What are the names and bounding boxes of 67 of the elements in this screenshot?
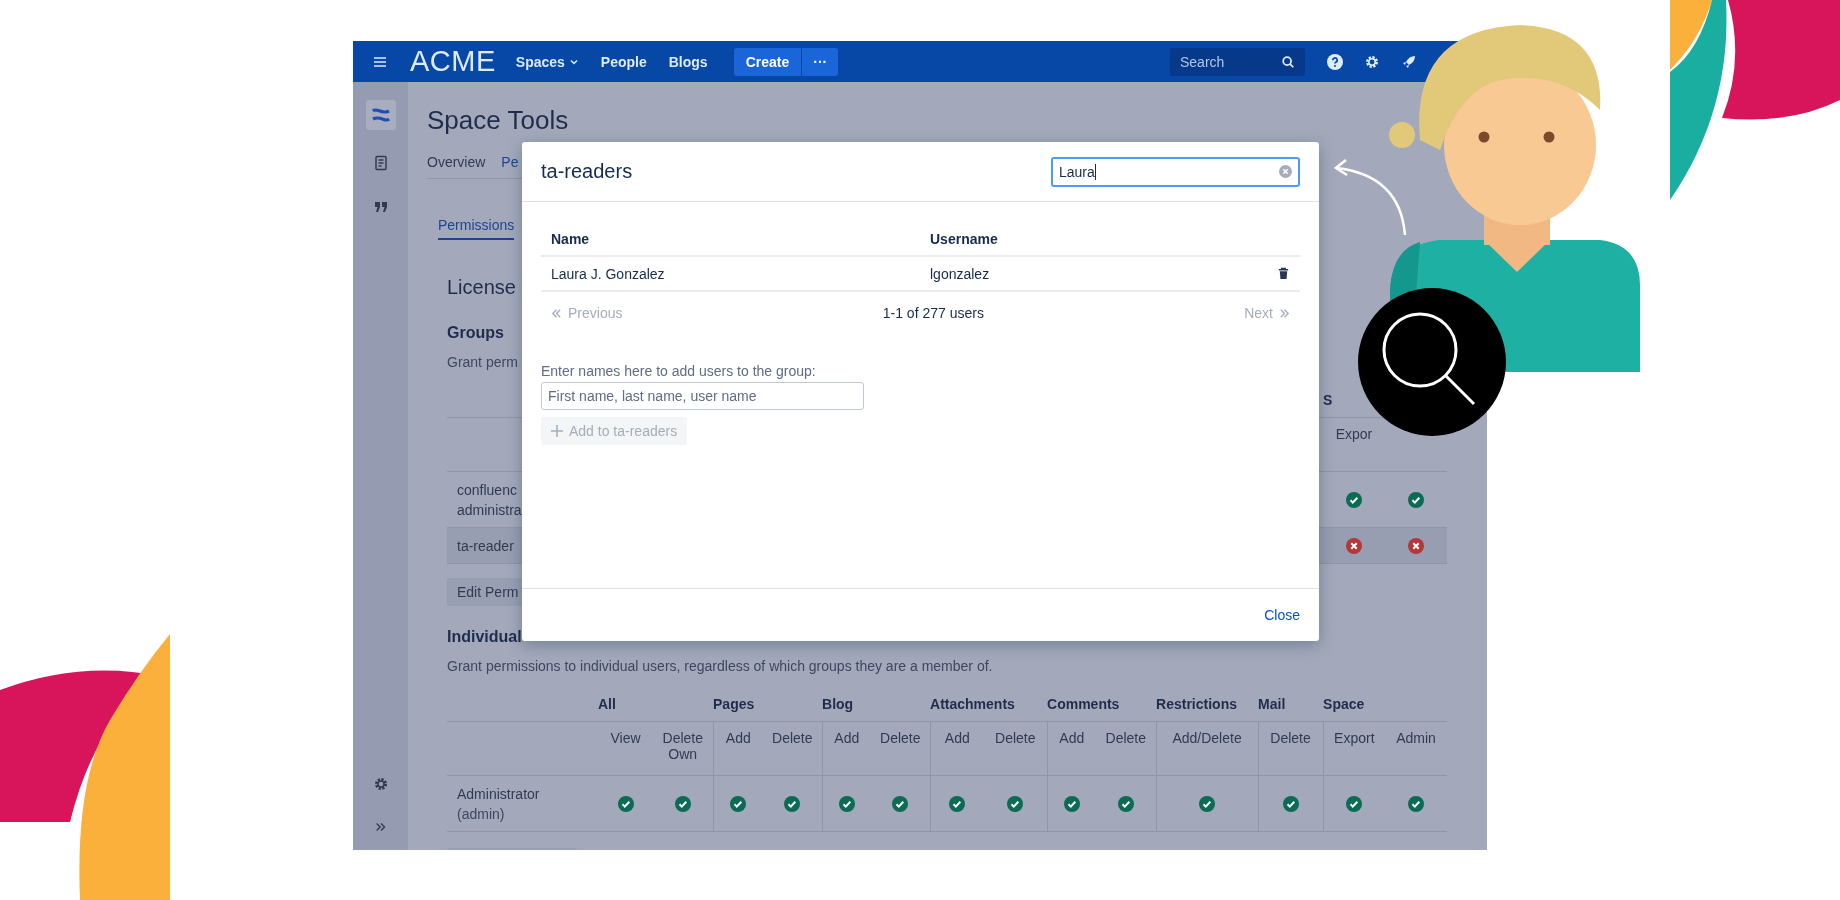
double-chevron-left-icon — [551, 307, 562, 319]
column-group-header: Comments — [1047, 695, 1120, 712]
search-field[interactable]: Laura — [1051, 156, 1300, 187]
quote-icon[interactable] — [372, 199, 389, 215]
page-icon[interactable] — [372, 155, 389, 171]
close-link[interactable]: Close — [1264, 607, 1300, 623]
column-header: Add — [1059, 730, 1085, 746]
input-field[interactable]: First name, last name, user name — [541, 382, 864, 410]
column-header: Delete — [1105, 730, 1147, 746]
nav-link[interactable]: Blogs — [668, 53, 708, 70]
tab[interactable]: Permissions — [438, 215, 515, 240]
settings-icon[interactable] — [372, 776, 389, 792]
description: Grant perm — [447, 354, 519, 370]
more-button[interactable]: ··· — [802, 47, 839, 76]
column-header: Username — [930, 230, 998, 247]
table-cell: lgonzalez — [930, 265, 990, 282]
dialog-title: ta-readers — [541, 160, 633, 183]
description: Grant permissions to individual users, regardless of which groups they are a member of. — [447, 658, 994, 674]
pagination-summary: 1-1 of 277 users — [882, 305, 984, 321]
search-icon — [1281, 54, 1295, 69]
space-logo-icon[interactable] — [365, 100, 396, 130]
column-header: Add — [834, 730, 860, 746]
column-group-header: Mail — [1258, 695, 1286, 712]
nav-link[interactable]: People — [600, 53, 647, 70]
column-header: Add — [725, 730, 751, 746]
tab[interactable]: Overview — [427, 152, 486, 172]
section-heading: License — [447, 276, 517, 299]
group-name: ta-reader — [457, 537, 514, 554]
section-heading: Groups — [447, 324, 505, 342]
column-group-header: All — [598, 695, 616, 712]
column-group-header: Attachments — [930, 695, 1015, 712]
column-header: View — [610, 730, 641, 746]
column-header: Name — [551, 230, 591, 247]
section-heading: Individual — [447, 628, 523, 646]
create-button[interactable]: Create — [733, 47, 802, 76]
column-header: Export — [1334, 730, 1375, 746]
table-cell-text: Laura J. Gonzalez — [551, 265, 666, 282]
column-header: S — [1323, 391, 1333, 408]
tab[interactable]: Pe — [501, 152, 519, 172]
settings-icon[interactable] — [1364, 53, 1380, 70]
column-header: Add/Delete — [1172, 730, 1242, 746]
column-header: Expor — [1335, 426, 1373, 442]
clear-icon[interactable] — [1279, 165, 1292, 178]
page-title: Space Tools — [427, 104, 570, 136]
logo[interactable]: ACME — [410, 45, 496, 78]
column-group-header: Blog — [822, 695, 854, 712]
column-header: Delete — [995, 730, 1036, 746]
column-header: Add — [944, 730, 970, 746]
search-field[interactable]: Search — [1170, 47, 1305, 76]
plus-icon — [551, 425, 563, 437]
help-icon[interactable] — [1327, 53, 1343, 70]
user-name: Administrator — [457, 785, 540, 802]
column-group-header: Restrictions — [1156, 695, 1237, 712]
column-header: Admin — [1396, 730, 1436, 746]
column-header: Delete Own — [662, 730, 703, 762]
nav-link[interactable]: Spaces — [515, 53, 579, 70]
group-name: confluenc administra — [457, 481, 522, 518]
trash-icon[interactable] — [1277, 267, 1290, 280]
column-header: Delete — [772, 730, 813, 746]
column-header: Delete — [1270, 730, 1311, 746]
column-header: Delete — [880, 730, 921, 746]
double-chevron-right-icon — [1279, 307, 1290, 319]
column-group-header: Space — [1323, 695, 1365, 712]
field-label: Enter names here to add users to the group: — [541, 363, 816, 379]
username: (admin) — [457, 805, 505, 822]
rocket-icon[interactable] — [1401, 53, 1417, 70]
column-group-header: Pages — [713, 695, 755, 712]
